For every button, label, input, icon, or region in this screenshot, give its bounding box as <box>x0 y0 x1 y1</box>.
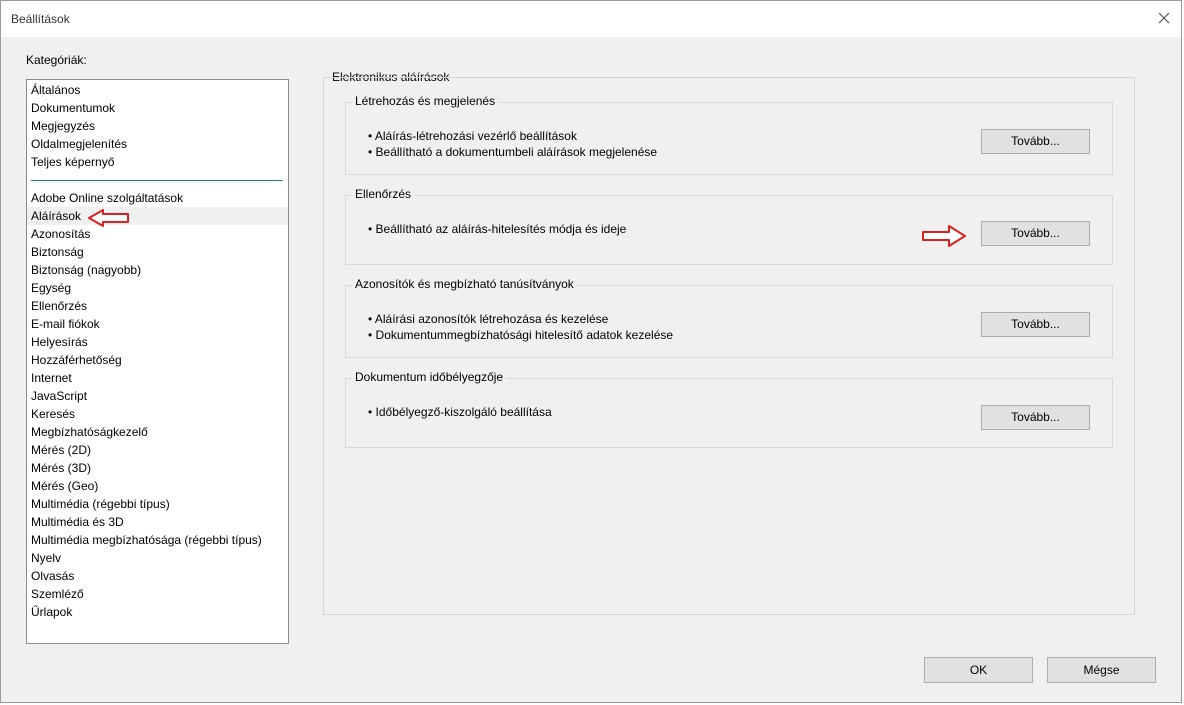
cancel-button[interactable]: Mégse <box>1047 657 1156 683</box>
category-item-urlapok[interactable]: Űrlapok <box>27 603 288 621</box>
group-ids-certificates: Azonosítók és megbízható tanúsítványok •… <box>345 277 1113 358</box>
window-title: Beállítások <box>11 12 70 26</box>
category-item-email-fiokok[interactable]: E-mail fiókok <box>27 315 288 333</box>
category-item-adobe-online[interactable]: Adobe Online szolgáltatások <box>27 189 288 207</box>
categories-label: Kategóriák: <box>26 53 87 67</box>
bullet-text: • Beállítható az aláírás-hitelesítés mód… <box>368 222 627 236</box>
category-item-azonositas[interactable]: Azonosítás <box>27 225 288 243</box>
category-item-helyesiras[interactable]: Helyesírás <box>27 333 288 351</box>
category-item-ellenorzes[interactable]: Ellenőrzés <box>27 297 288 315</box>
category-item-kereses[interactable]: Keresés <box>27 405 288 423</box>
group-title: Dokumentum időbélyegzője <box>352 370 507 384</box>
category-item-dokumentumok[interactable]: Dokumentumok <box>27 99 288 117</box>
group-timestamp: Dokumentum időbélyegzője • Időbélyegző-k… <box>345 370 1113 448</box>
category-item-szemlezo[interactable]: Szemléző <box>27 585 288 603</box>
category-item-multimedia-3d[interactable]: Multimédia és 3D <box>27 513 288 531</box>
group-title: Ellenőrzés <box>352 187 415 201</box>
preferences-dialog: Beállítások Kategóriák: Általános Dokume… <box>0 0 1182 703</box>
bullet-text: • Beállítható a dokumentumbeli aláírások… <box>368 145 658 159</box>
group-verification: Ellenőrzés • Beállítható az aláírás-hite… <box>345 187 1113 265</box>
bullet-text: • Aláírási azonosítók létrehozása és kez… <box>368 312 609 326</box>
right-arrow-icon <box>922 225 966 247</box>
category-item-hozzaferhetoseg[interactable]: Hozzáférhetőség <box>27 351 288 369</box>
category-item-teljes-kepernyo[interactable]: Teljes képernyő <box>27 153 288 171</box>
category-item-egyseg[interactable]: Egység <box>27 279 288 297</box>
category-item-meres-3d[interactable]: Mérés (3D) <box>27 459 288 477</box>
categories-list[interactable]: Általános Dokumentumok Megjegyzés Oldalm… <box>26 79 289 644</box>
category-item-meres-geo[interactable]: Mérés (Geo) <box>27 477 288 495</box>
category-item-internet[interactable]: Internet <box>27 369 288 387</box>
left-arrow-icon <box>88 209 129 227</box>
category-item-biztonsag[interactable]: Biztonság <box>27 243 288 261</box>
group-bullets: • Beállítható az aláírás-hitelesítés mód… <box>368 221 626 237</box>
close-button[interactable] <box>1147 1 1181 35</box>
category-item-alairasok[interactable]: Aláírások <box>27 207 288 225</box>
category-item-biztonsag-nagyobb[interactable]: Biztonság (nagyobb) <box>27 261 288 279</box>
ok-button[interactable]: OK <box>924 657 1033 683</box>
category-item-megjegyzes[interactable]: Megjegyzés <box>27 117 288 135</box>
close-icon <box>1158 12 1170 24</box>
more-button-verification[interactable]: Tovább... <box>981 221 1090 246</box>
category-item-javascript[interactable]: JavaScript <box>27 387 288 405</box>
category-item-megbizhatosagkezelo[interactable]: Megbízhatóságkezelő <box>27 423 288 441</box>
category-item-nyelv[interactable]: Nyelv <box>27 549 288 567</box>
category-item-multimedia-regebbi[interactable]: Multimédia (régebbi típus) <box>27 495 288 513</box>
category-item-altalanos[interactable]: Általános <box>27 81 288 99</box>
group-bullets: • Időbélyegző-kiszolgáló beállítása <box>368 404 552 420</box>
group-title: Azonosítók és megbízható tanúsítványok <box>352 277 577 291</box>
bullet-text: • Dokumentummegbízhatósági hitelesítő ad… <box>368 328 674 342</box>
category-separator <box>31 180 283 181</box>
title-bar: Beállítások <box>1 1 1181 37</box>
category-item-oldalmegjelenites[interactable]: Oldalmegjelenítés <box>27 135 288 153</box>
group-creation-appearance: Létrehozás és megjelenés • Aláírás-létre… <box>345 94 1113 175</box>
group-bullets: • Aláírás-létrehozási vezérlő beállításo… <box>368 128 657 160</box>
category-item-multimedia-megbizhatosaga[interactable]: Multimédia megbízhatósága (régebbi típus… <box>27 531 288 549</box>
bullet-text: • Aláírás-létrehozási vezérlő beállításo… <box>368 129 577 143</box>
group-bullets: • Aláírási azonosítók létrehozása és kez… <box>368 311 673 343</box>
more-button-ids[interactable]: Tovább... <box>981 312 1090 337</box>
group-title: Létrehozás és megjelenés <box>352 94 499 108</box>
category-item-meres-2d[interactable]: Mérés (2D) <box>27 441 288 459</box>
category-item-olvasas[interactable]: Olvasás <box>27 567 288 585</box>
bullet-text: • Időbélyegző-kiszolgáló beállítása <box>368 405 552 419</box>
more-button-creation[interactable]: Tovább... <box>981 129 1090 154</box>
more-button-timestamp[interactable]: Tovább... <box>981 405 1090 430</box>
